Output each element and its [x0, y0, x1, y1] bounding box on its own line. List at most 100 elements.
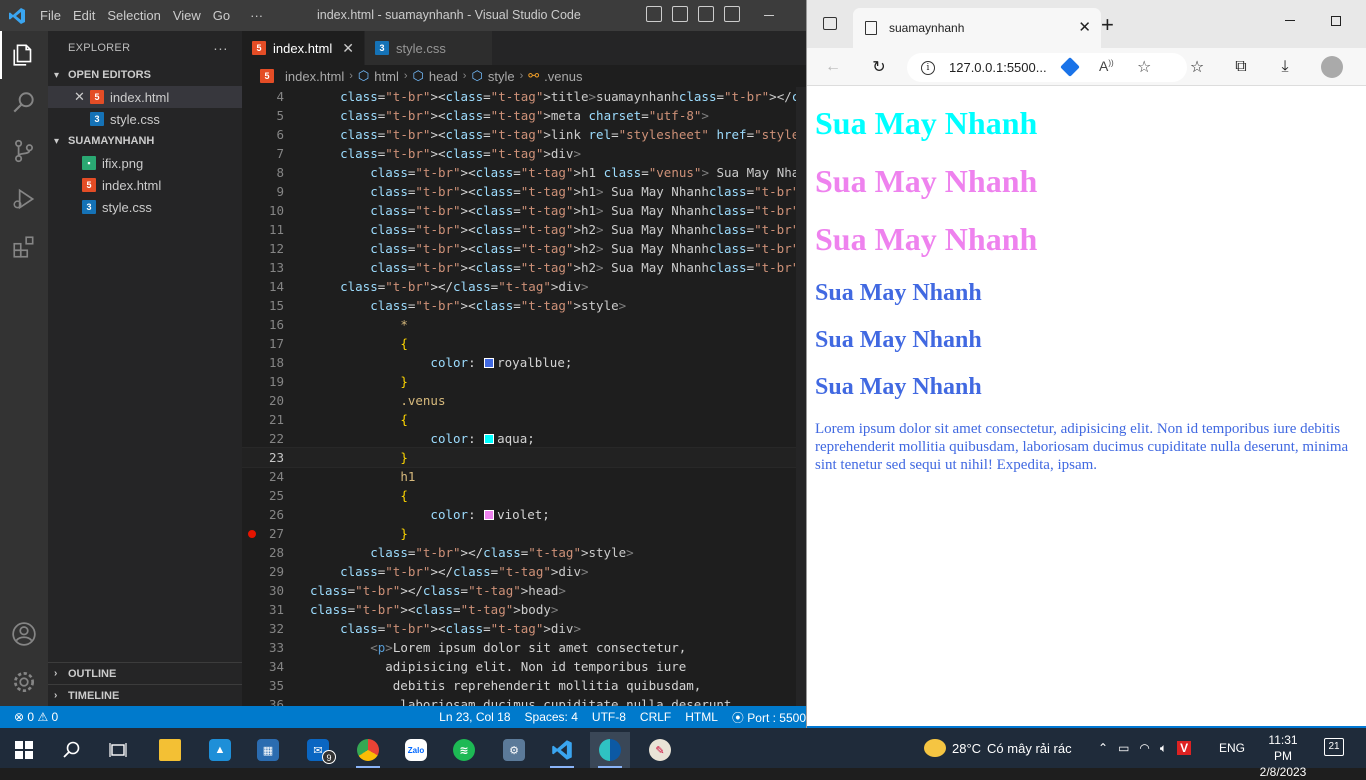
start-button[interactable]: [4, 732, 44, 768]
new-tab-button[interactable]: +: [1101, 12, 1114, 38]
code-line[interactable]: 7 class="t-br"><class="t-tag">div>: [242, 144, 806, 163]
minimize-icon[interactable]: [764, 15, 774, 16]
add-favorite-icon[interactable]: ☆: [1137, 57, 1151, 77]
battery-icon[interactable]: ▭: [1118, 741, 1129, 755]
accounts-icon[interactable]: [0, 610, 48, 658]
back-arrow-icon[interactable]: ←: [823, 57, 843, 77]
toggle-secondary-sidebar-icon[interactable]: [698, 6, 714, 22]
minimize-icon[interactable]: [1285, 20, 1295, 21]
extension-icon[interactable]: [1060, 57, 1080, 77]
code-line[interactable]: 35 debitis reprehenderit mollitia quibus…: [242, 676, 806, 695]
code-line[interactable]: 14 class="t-br"></class="t-tag">div>: [242, 277, 806, 296]
cursor-position[interactable]: Ln 23, Col 18: [432, 710, 517, 724]
folder-section[interactable]: ▾ SUAMAYNHANH: [48, 130, 242, 152]
code-line[interactable]: 27 }: [242, 524, 806, 543]
sql-server-management-icon[interactable]: ⚙: [494, 732, 534, 768]
code-line[interactable]: 17 {: [242, 334, 806, 353]
menu-go[interactable]: Go: [207, 0, 236, 31]
indentation[interactable]: Spaces: 4: [518, 710, 585, 724]
collections-icon[interactable]: ⧉: [1231, 57, 1251, 77]
mail-icon[interactable]: ✉ 9: [298, 732, 338, 768]
tab-index-html[interactable]: 5 index.html ✕: [242, 31, 365, 65]
address-bar[interactable]: i 127.0.0.1:5500... A)) ☆: [907, 53, 1187, 82]
file-item[interactable]: 3 style.css: [48, 196, 242, 218]
profile-avatar[interactable]: [1321, 56, 1343, 78]
live-server-port[interactable]: ⦿ Port : 5500: [725, 709, 806, 726]
app-tray-icon[interactable]: V: [1177, 741, 1192, 755]
explorer-more-actions[interactable]: ···: [213, 40, 228, 56]
code-line[interactable]: 28 class="t-br"></class="t-tag">style>: [242, 543, 806, 562]
code-line[interactable]: 10 class="t-br"><class="t-tag">h1> Sua M…: [242, 201, 806, 220]
browser-tab[interactable]: suamaynhanh ✕: [853, 8, 1101, 48]
code-line[interactable]: 26 color: violet;: [242, 505, 806, 524]
timeline-section[interactable]: › TIMELINE: [48, 684, 242, 706]
code-line[interactable]: 25 {: [242, 486, 806, 505]
breadcrumb-item[interactable]: html: [374, 69, 399, 84]
code-line[interactable]: 4 class="t-br"><class="t-tag">title>suam…: [242, 87, 806, 106]
menu-more[interactable]: ···: [244, 0, 269, 31]
clock[interactable]: 11:31 PM 2/8/2023: [1258, 732, 1308, 780]
code-line[interactable]: 29 class="t-br"></class="t-tag">div>: [242, 562, 806, 581]
paint-icon[interactable]: ✎: [640, 732, 680, 768]
outline-section[interactable]: › OUTLINE: [48, 662, 242, 684]
info-icon[interactable]: i: [921, 60, 935, 75]
code-line[interactable]: 24 h1: [242, 467, 806, 486]
open-editor-item[interactable]: 3 style.css: [48, 108, 242, 130]
code-line[interactable]: 20 .venus: [242, 391, 806, 410]
task-view-icon[interactable]: [98, 732, 138, 768]
code-line[interactable]: 19 }: [242, 372, 806, 391]
edge-taskbar-icon[interactable]: [590, 732, 630, 768]
read-aloud-icon[interactable]: A)): [1099, 58, 1114, 74]
wifi-icon[interactable]: ◠: [1139, 741, 1149, 755]
input-language[interactable]: ENG: [1219, 741, 1245, 755]
notification-center-icon[interactable]: 21: [1324, 738, 1344, 756]
open-editor-item[interactable]: ✕ 5 index.html: [48, 86, 242, 108]
code-line[interactable]: 31 class="t-br"><class="t-tag">body>: [242, 600, 806, 619]
search-icon[interactable]: [0, 79, 48, 127]
open-editors-section[interactable]: ▾ OPEN EDITORS: [48, 64, 242, 86]
zalo-icon[interactable]: Zalo: [396, 732, 436, 768]
weather-widget[interactable]: 28°C Có mây rải rác: [924, 728, 1072, 768]
photos-icon[interactable]: ▲: [200, 732, 240, 768]
code-line[interactable]: 5 class="t-br"><class="t-tag">meta chars…: [242, 106, 806, 125]
menu-selection[interactable]: Selection: [101, 0, 166, 31]
file-explorer-icon[interactable]: [150, 732, 190, 768]
microsoft-store-icon[interactable]: ▦: [248, 732, 288, 768]
extensions-icon[interactable]: [0, 223, 48, 271]
toggle-primary-sidebar-icon[interactable]: [646, 6, 662, 22]
code-line[interactable]: 15 class="t-br"><class="t-tag">style>: [242, 296, 806, 315]
menu-view[interactable]: View: [167, 0, 207, 31]
downloads-icon[interactable]: ⤓: [1275, 57, 1295, 77]
code-editor[interactable]: 4 class="t-br"><class="t-tag">title>suam…: [242, 87, 806, 706]
code-line[interactable]: 18 color: royalblue;: [242, 353, 806, 372]
source-control-icon[interactable]: [0, 127, 48, 175]
vscode-taskbar-icon[interactable]: [542, 732, 582, 768]
code-line[interactable]: 13 class="t-br"><class="t-tag">h2> Sua M…: [242, 258, 806, 277]
maximize-icon[interactable]: [1331, 16, 1341, 26]
toggle-panel-icon[interactable]: [672, 6, 688, 22]
close-icon[interactable]: ✕: [74, 89, 90, 105]
taskbar-search-icon[interactable]: [52, 732, 92, 768]
breadcrumb-item[interactable]: .venus: [544, 69, 582, 84]
menu-file[interactable]: File: [34, 0, 67, 31]
menu-edit[interactable]: Edit: [67, 0, 101, 31]
file-item[interactable]: 5 index.html: [48, 174, 242, 196]
scrollbar[interactable]: [796, 87, 806, 706]
favorites-icon[interactable]: ☆: [1187, 57, 1207, 77]
code-line[interactable]: 32 class="t-br"><class="t-tag">div>: [242, 619, 806, 638]
refresh-icon[interactable]: ↻: [869, 57, 889, 77]
explorer-icon[interactable]: [0, 31, 48, 79]
encoding[interactable]: UTF-8: [585, 710, 633, 724]
code-line[interactable]: 33 <p>Lorem ipsum dolor sit amet consect…: [242, 638, 806, 657]
chrome-icon[interactable]: [348, 732, 388, 768]
code-line[interactable]: 21 {: [242, 410, 806, 429]
breadcrumb-item[interactable]: head: [429, 69, 458, 84]
code-line[interactable]: 30 class="t-br"></class="t-tag">head>: [242, 581, 806, 600]
code-line[interactable]: 9 class="t-br"><class="t-tag">h1> Sua Ma…: [242, 182, 806, 201]
breadcrumb-item[interactable]: style: [488, 69, 515, 84]
tab-style-css[interactable]: 3 style.css: [364, 31, 493, 65]
code-line[interactable]: 8 class="t-br"><class="t-tag">h1 class="…: [242, 163, 806, 182]
code-line[interactable]: 36 laboriosam ducimus cupiditate nulla d…: [242, 695, 806, 706]
close-icon[interactable]: ✕: [342, 40, 354, 57]
code-line[interactable]: 22 color: aqua;: [242, 429, 806, 448]
